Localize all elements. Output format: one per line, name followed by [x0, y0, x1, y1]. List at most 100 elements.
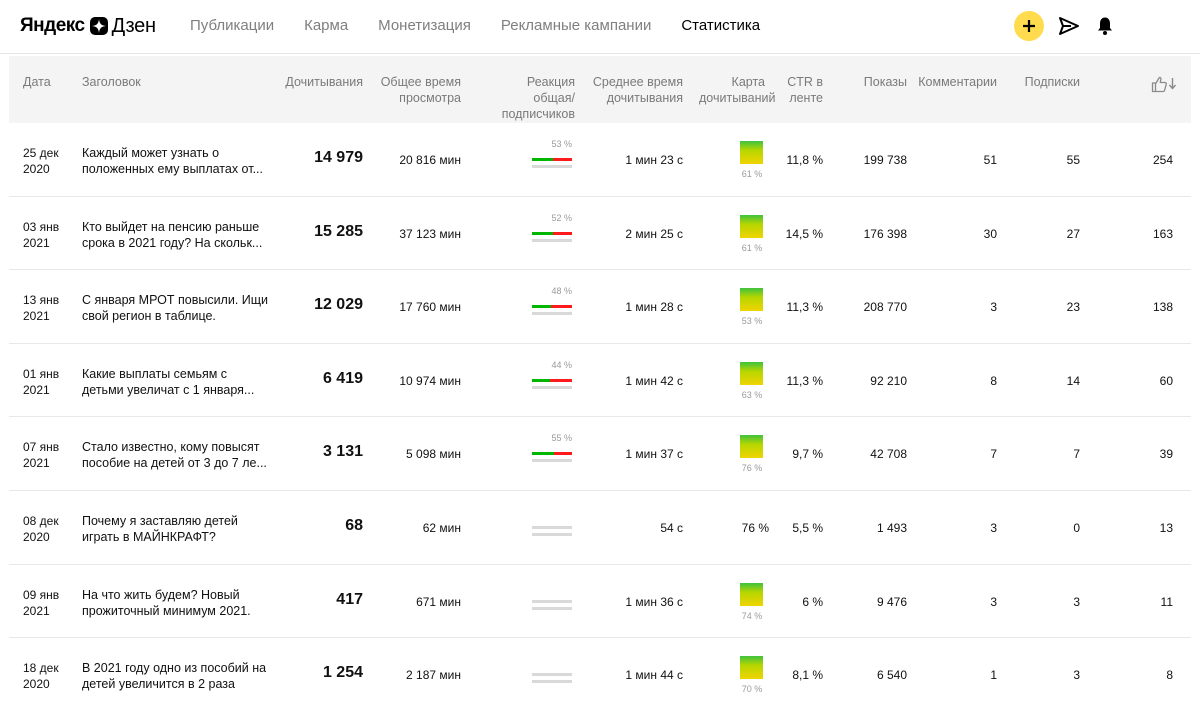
row-shows: 9 476 [876, 594, 907, 609]
col-total-time[interactable]: Общее время просмотра [371, 74, 461, 106]
row-ctr: 11,3 % [786, 300, 823, 315]
row-likes: 138 [1152, 300, 1173, 315]
table-row[interactable]: 09 янв 2021 На что жить будем? Новый про… [9, 565, 1191, 639]
nav-item-1[interactable]: Карма [304, 17, 348, 34]
table-row[interactable]: 18 дек 2020 В 2021 году одно из пособий … [9, 638, 1191, 702]
col-reaction[interactable]: Реакция общая/ подписчиков [483, 74, 575, 122]
row-reads: 15 285 [314, 222, 363, 240]
paper-plane-icon [1059, 17, 1079, 35]
col-subs[interactable]: Подписки [1025, 74, 1080, 90]
top-bar: Яндекс Дзен Публикации Карма Монетизация Ре… [0, 0, 1200, 54]
dzen-star-icon [89, 17, 108, 35]
col-comments[interactable]: Комментарии [918, 74, 997, 90]
logo[interactable]: Яндекс Дзен [20, 12, 156, 40]
col-ctr[interactable]: CTR в ленте [773, 74, 823, 106]
read-map-cell[interactable]: 61 % [737, 211, 767, 256]
row-subs: 3 [1073, 594, 1080, 609]
table-row[interactable]: 08 дек 2020 Почему я заставляю детей игр… [9, 491, 1191, 565]
row-total-time: 671 мин [416, 594, 461, 609]
row-likes: 254 [1152, 153, 1173, 167]
read-map-cell[interactable]: 63 % [737, 358, 767, 403]
row-subs: 23 [1066, 300, 1080, 315]
row-title-link[interactable]: Почему я заставляю детей играть в МАЙНКР… [82, 513, 272, 545]
row-title-link[interactable]: С января МРОТ повысили. Ищи свой регион … [82, 292, 272, 324]
reaction-bar-subscribers [532, 459, 572, 463]
reaction-percent: 48 % [551, 286, 572, 297]
row-title-link[interactable]: Какие выплаты семьям с детьми увеличат с… [82, 366, 272, 398]
table-row[interactable]: 03 янв 2021 Кто выйдет на пенсию раньше … [9, 197, 1191, 271]
row-subs: 55 [1066, 153, 1080, 167]
row-likes: 11 [1160, 594, 1173, 609]
col-title[interactable]: Заголовок [82, 74, 141, 90]
read-map-thumbnail [740, 656, 763, 680]
col-likes[interactable] [1151, 76, 1177, 97]
row-total-time: 17 760 мин [399, 300, 461, 315]
notifications-button[interactable] [1094, 15, 1116, 37]
read-map-cell[interactable]: 53 % [737, 284, 767, 329]
reaction-cell: 52 % [532, 210, 572, 250]
table-row[interactable]: 01 янв 2021 Какие выплаты семьям с детьм… [9, 344, 1191, 418]
row-date: 25 дек 2020 [23, 146, 59, 176]
row-date: 09 янв 2021 [23, 587, 60, 618]
reaction-percent: 53 % [551, 139, 572, 149]
row-comments: 1 [990, 668, 997, 683]
read-map-cell[interactable]: 61 % [737, 137, 767, 182]
reaction-bar-subscribers [532, 165, 572, 168]
row-total-time: 5 098 мин [406, 447, 461, 462]
row-shows: 176 398 [863, 226, 907, 241]
reaction-bar-subscribers [532, 606, 572, 610]
col-reads[interactable]: Дочитывания [285, 74, 363, 90]
nav-item-4[interactable]: Статистика [681, 17, 760, 34]
row-avg-time: 1 мин 37 с [625, 447, 683, 462]
table-row[interactable]: 25 дек 2020 Каждый может узнать о положе… [9, 123, 1191, 197]
read-map-cell[interactable]: 74 % [737, 579, 767, 624]
row-reads: 12 029 [314, 296, 363, 314]
table-row[interactable]: 13 янв 2021 С января МРОТ повысили. Ищи … [9, 270, 1191, 344]
row-title-link[interactable]: Кто выйдет на пенсию раньше срока в 2021… [82, 219, 272, 251]
row-title-link[interactable]: Каждый может узнать о положенных ему вып… [82, 145, 272, 177]
row-date: 18 дек 2020 [23, 661, 59, 692]
row-reads: 14 979 [314, 149, 363, 166]
row-reads: 3 131 [322, 443, 363, 461]
row-title-link[interactable]: На что жить будем? Новый прожиточный мин… [82, 587, 272, 619]
read-map-cell[interactable]: 70 % [737, 652, 767, 697]
main-nav: Публикации Карма Монетизация Рекламные камп… [190, 17, 790, 34]
row-reads: 6 419 [322, 369, 363, 387]
nav-item-0[interactable]: Публикации [190, 17, 274, 34]
read-map-percent: 74 % [741, 610, 763, 621]
reaction-bar [532, 158, 572, 161]
row-comments: 7 [990, 447, 997, 462]
row-comments: 51 [983, 153, 997, 167]
reaction-bar-subscribers [532, 238, 572, 242]
row-comments: 3 [990, 520, 997, 535]
reaction-bar [532, 452, 572, 456]
row-avg-time: 2 мин 25 с [625, 226, 683, 241]
row-subs: 3 [1073, 668, 1080, 683]
reaction-percent: 44 % [551, 359, 572, 370]
row-ctr: 14,5 % [785, 226, 823, 241]
row-avg-time: 1 мин 23 с [625, 153, 683, 167]
top-actions [1014, 11, 1116, 41]
reaction-cell [532, 504, 572, 544]
row-comments: 3 [990, 594, 997, 609]
col-date[interactable]: Дата [23, 74, 51, 90]
read-map-percent: 63 % [741, 389, 763, 400]
row-title-link[interactable]: В 2021 году одно из пособий на детей уве… [82, 660, 272, 692]
col-read-map[interactable]: Карта дочитываний [699, 74, 776, 106]
row-shows: 1 493 [876, 520, 907, 535]
row-avg-time: 1 мин 28 с [625, 300, 683, 315]
reaction-cell: 55 % [532, 430, 572, 470]
col-shows[interactable]: Показы [864, 74, 907, 90]
read-map-cell[interactable]: 76 % [737, 431, 767, 476]
row-date: 13 янв 2021 [23, 293, 60, 324]
col-avg-time[interactable]: Среднее время дочитывания [587, 74, 683, 106]
table-row[interactable]: 07 янв 2021 Стало известно, кому повысят… [9, 417, 1191, 491]
nav-item-3[interactable]: Рекламные кампании [501, 17, 651, 34]
row-likes: 163 [1152, 226, 1173, 241]
add-button[interactable] [1014, 11, 1044, 41]
send-button[interactable] [1058, 15, 1080, 37]
row-title-link[interactable]: Стало известно, кому повысят пособие на … [82, 439, 272, 471]
read-map-thumbnail [740, 214, 763, 238]
row-subs: 0 [1073, 520, 1080, 535]
nav-item-2[interactable]: Монетизация [378, 17, 471, 34]
